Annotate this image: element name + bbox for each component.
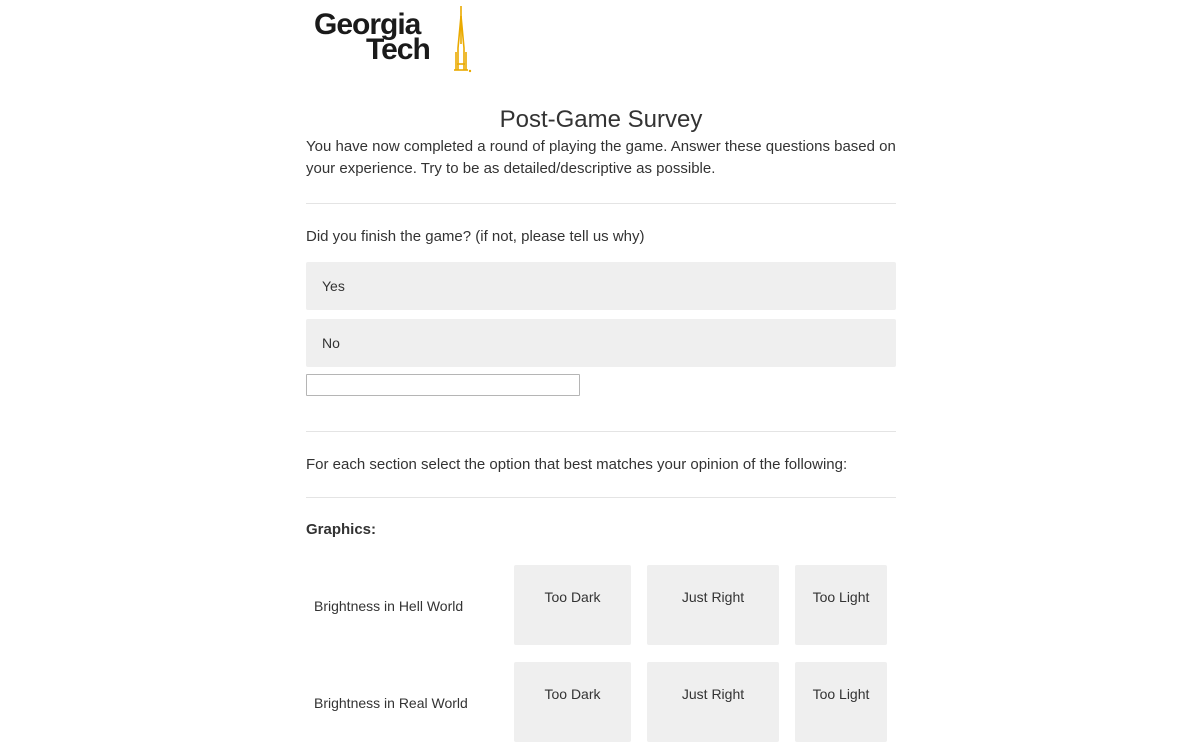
no-reason-text-input[interactable] xyxy=(306,374,580,396)
georgia-tech-logo: Georgia Tech xyxy=(314,4,474,74)
survey-intro-text: You have now completed a round of playin… xyxy=(306,138,896,177)
section-instructions: For each section select the option that … xyxy=(306,456,848,473)
tech-tower-spire-icon xyxy=(454,6,472,73)
choice-yes[interactable]: Yes xyxy=(306,262,896,310)
hell-world-too-dark-button[interactable]: Too Dark xyxy=(514,565,631,645)
hell-world-just-right-button[interactable]: Just Right xyxy=(647,565,779,645)
divider xyxy=(306,497,896,498)
row-label-brightness-real-world: Brightness in Real World xyxy=(314,695,468,711)
hell-world-too-light-button[interactable]: Too Light xyxy=(795,565,887,645)
divider xyxy=(306,431,896,432)
question-finish-game: Did you finish the game? (if not, please… xyxy=(306,228,645,245)
page-title: Post-Game Survey xyxy=(499,106,703,133)
survey-page: Georgia Tech Post-Game Survey You have n… xyxy=(0,0,1200,750)
real-world-too-dark-button[interactable]: Too Dark xyxy=(514,662,631,742)
row-label-brightness-hell-world: Brightness in Hell World xyxy=(314,598,464,614)
real-world-just-right-button[interactable]: Just Right xyxy=(647,662,779,742)
real-world-too-light-button[interactable]: Too Light xyxy=(795,662,887,742)
logo-wordmark: Georgia Tech xyxy=(314,10,431,65)
choice-no[interactable]: No xyxy=(306,319,896,367)
graphics-section-header: Graphics: xyxy=(306,521,377,538)
divider xyxy=(306,203,896,204)
